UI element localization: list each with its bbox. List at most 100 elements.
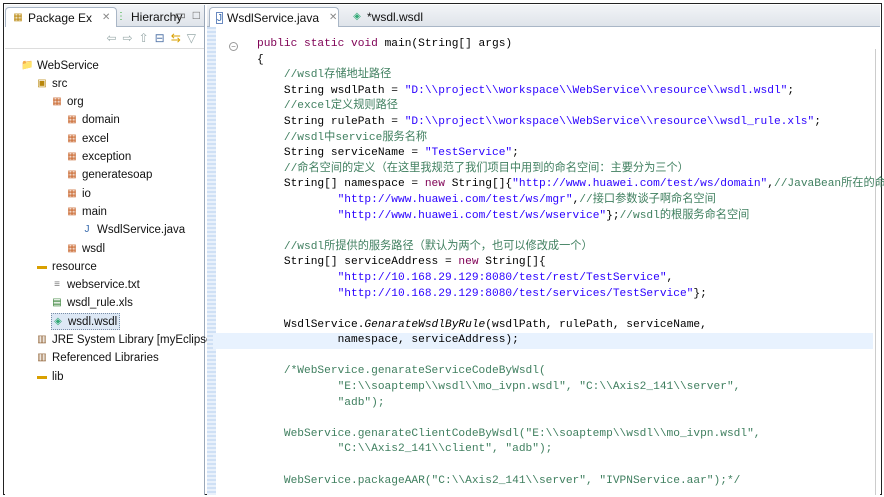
code-line: "http://www.huawei.com/test/ws/wservice"… <box>235 209 884 225</box>
tree-item[interactable]: J WsdlService.java <box>81 222 186 239</box>
code-line: "C:\\Axis2_141\\client", "adb"); <box>235 442 884 458</box>
code-line: "http://10.168.29.129:8080/test/rest/Tes… <box>235 271 884 287</box>
package-icon: ▦ <box>67 169 77 181</box>
tree-item-label: WebService <box>37 59 99 72</box>
code-text[interactable]: public static void main(String[] args){ … <box>213 37 884 489</box>
code-token: { <box>257 53 264 66</box>
editor-tab-bar: J WsdlService.java ✕ ◈ *wsdl.wsdl <box>207 5 880 27</box>
tree-item[interactable]: ◈ wsdl.wsdl <box>51 313 121 331</box>
code-line: //wsdl所提供的服务路径（默认为两个，也可以修改成一个） <box>235 240 884 256</box>
code-token: new <box>424 178 452 191</box>
code-editor[interactable]: − public static void main(String[] args)… <box>207 27 884 495</box>
code-token: String[]{ <box>485 256 546 269</box>
code-token: String wsdlPath = <box>257 84 405 97</box>
code-token: }; <box>693 287 707 300</box>
code-line: String serviceName = "TestService"; <box>235 146 884 162</box>
code-token: String[] namespace = <box>257 178 425 191</box>
close-icon[interactable]: ✕ <box>329 12 337 23</box>
code-token: String rulePath = <box>257 115 405 128</box>
code-line: String[] serviceAddress = new String[]{ <box>235 255 884 271</box>
code-token: String serviceName = <box>257 147 425 160</box>
code-token: "TestService" <box>424 147 513 160</box>
code-line: "http://10.168.29.129:8080/test/services… <box>235 287 884 303</box>
folder-icon: ▬ <box>37 370 47 382</box>
link-editor-icon[interactable]: ⇆ <box>171 31 181 45</box>
forward-icon[interactable]: ⇨ <box>123 31 133 45</box>
code-line: "E:\\soaptemp\\wsdl\\mo_ivpn.wsdl", "C:\… <box>235 380 884 396</box>
explorer-toolbar: ⇦ ⇨ ⇧ ⊟ ⇆ ▽ <box>5 27 204 49</box>
hierarchy-icon: ⋮ <box>116 11 126 22</box>
minimize-icon[interactable]: ▭ <box>175 8 186 22</box>
code-token: //wsdl中service服务名称 <box>257 131 428 144</box>
code-line: WsdlService.GenarateWsdlByRule(wsdlPath,… <box>235 318 884 334</box>
tree-item[interactable]: ▬ lib <box>36 368 64 385</box>
code-token: GenarateWsdlByRule <box>364 318 486 331</box>
editor-area: J WsdlService.java ✕ ◈ *wsdl.wsdl − publ… <box>207 5 884 495</box>
tree-item[interactable]: ▣ src <box>36 75 67 92</box>
up-icon[interactable]: ⇧ <box>139 31 149 45</box>
package-icon: ▦ <box>67 151 77 162</box>
package-icon: ▦ <box>67 242 77 254</box>
code-line <box>235 458 884 474</box>
package-explorer-panel: ▦ Package Ex ✕ ⋮ Hierarchy ▭ □ ⇦ ⇨ ⇧ ⊟ ⇆… <box>5 5 222 495</box>
tab-wsdlservice-java[interactable]: J WsdlService.java ✕ <box>209 7 339 27</box>
code-token: "C:\\Axis2_141\\client", "adb"); <box>257 443 553 456</box>
tree-item[interactable]: ▤ wsdl_rule.xls <box>51 295 133 312</box>
code-line <box>235 349 884 365</box>
project-icon: 📁 <box>21 59 34 71</box>
code-token: //wsdl的根服务命名空间 <box>619 209 750 222</box>
source-folder-icon: ▣ <box>37 77 47 89</box>
tree-item[interactable]: ▦ io <box>66 185 91 202</box>
tree-item[interactable]: ▬ resource <box>36 258 97 275</box>
tree-item[interactable]: ▦ org <box>51 94 83 111</box>
tree-item-label: Referenced Libraries <box>52 352 159 365</box>
tree-item[interactable]: ▦ excel <box>66 130 109 147</box>
code-line: WebService.genarateClientCodeByWsdl("E:\… <box>235 427 884 443</box>
code-token: //excel定义规则路径 <box>257 100 398 113</box>
wsdl-file-icon: ◈ <box>353 11 361 22</box>
tree-item-label: excel <box>82 132 109 145</box>
library-icon: ▥ <box>37 334 47 345</box>
tab-wsdl-wsdl[interactable]: ◈ *wsdl.wsdl <box>345 7 429 27</box>
tree-item[interactable]: 📁 WebService <box>21 57 99 74</box>
code-token: /*WebService.genarateServiceCodeByWsdl( <box>257 365 546 378</box>
text-file-icon: ≡ <box>54 279 60 291</box>
tab-label: *wsdl.wsdl <box>367 10 424 24</box>
tree-item[interactable]: ▦ generatesoap <box>66 167 152 184</box>
back-icon[interactable]: ⇦ <box>106 31 116 45</box>
left-tab-bar: ▦ Package Ex ✕ ⋮ Hierarchy ▭ □ <box>5 5 204 27</box>
tab-label: WsdlService.java <box>227 10 320 25</box>
folder-icon: ▬ <box>37 260 47 272</box>
package-icon: ▦ <box>67 114 77 126</box>
code-token: //JavaBean所在的命名空间 <box>773 178 884 191</box>
collapse-all-icon[interactable]: ⊟ <box>155 31 165 45</box>
code-line: /*WebService.genarateServiceCodeByWsdl( <box>235 364 884 380</box>
overview-ruler <box>207 27 216 495</box>
tab-package-explorer[interactable]: ▦ Package Ex ✕ <box>5 7 118 27</box>
view-menu-icon[interactable]: ▽ <box>187 31 196 45</box>
code-token: String[]{ <box>451 178 513 191</box>
tree-item[interactable]: ▥ JRE System Library [myEclipse6] <box>36 332 222 349</box>
tab-label: Package Ex <box>28 10 93 25</box>
tree-item[interactable]: ▦ domain <box>66 112 119 129</box>
package-icon: ▦ <box>67 205 77 217</box>
code-token: "http://www.huawei.com/test/ws/wservice" <box>337 209 607 222</box>
tree-item[interactable]: ≡ webservice.txt <box>51 277 140 294</box>
maximize-icon[interactable]: □ <box>193 8 200 22</box>
code-token: "D:\\project\\workspace\\WebService\\res… <box>404 115 815 128</box>
code-line <box>235 224 884 240</box>
tree-item[interactable]: ▦ wsdl <box>66 240 105 257</box>
package-icon: ▦ <box>67 187 77 199</box>
tree-item-label: WsdlService.java <box>97 224 186 237</box>
tree-item[interactable]: ▥ Referenced Libraries <box>36 350 159 367</box>
code-token: ; <box>787 84 795 97</box>
code-token: }; <box>606 209 620 222</box>
code-token: //接口参数谈子啊命名空间 <box>579 193 716 206</box>
tree-item[interactable]: ▦ exception <box>66 149 131 166</box>
tree-item[interactable]: ▦ main <box>66 203 107 220</box>
code-token: String[] serviceAddress = <box>257 256 459 269</box>
